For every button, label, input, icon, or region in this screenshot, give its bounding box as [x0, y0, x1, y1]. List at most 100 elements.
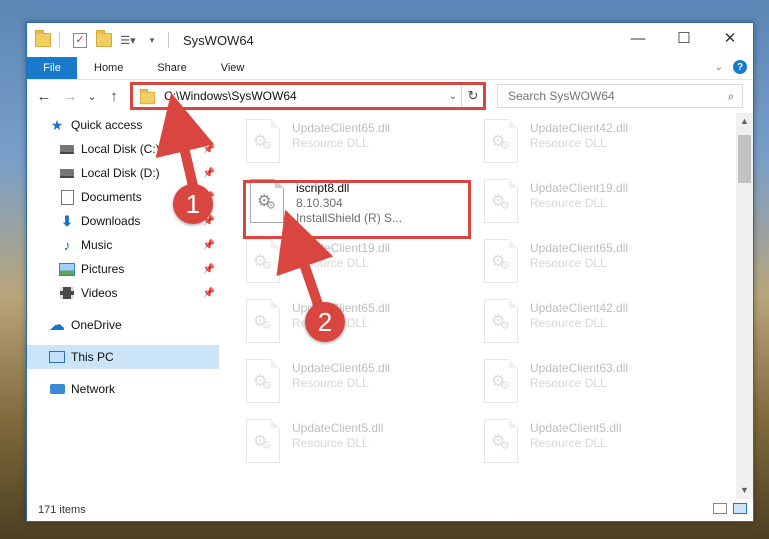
search-icon[interactable]: ⌕ [720, 89, 742, 104]
sidebar-item-local-disk-c[interactable]: Local Disk (C:) 📌 [27, 137, 219, 161]
onedrive-icon: ☁ [49, 317, 65, 334]
dll-file-icon: ⚙ ⚙ [484, 119, 518, 163]
file-tile[interactable]: ⚙ ⚙ UpdateClient19.dll Resource DLL [484, 179, 714, 231]
sidebar-item-label: Downloads [81, 214, 141, 228]
file-tile[interactable]: ⚙⚙ UpdateClient65.dllResource DLL [246, 119, 476, 171]
pin-icon[interactable]: 📌 [203, 240, 215, 251]
sidebar-item-label: Videos [81, 286, 118, 300]
tab-share[interactable]: Share [140, 57, 203, 79]
videos-icon [59, 286, 75, 300]
divider [168, 32, 169, 48]
recent-locations-button[interactable]: ⌄ [81, 90, 103, 103]
large-icons-view-icon[interactable] [733, 503, 747, 514]
expand-ribbon-icon[interactable]: ⌄ [715, 62, 723, 73]
file-tile[interactable]: ⚙ ⚙ UpdateClient63.dll Resource DLL [484, 359, 714, 411]
file-tile[interactable]: ⚙⚙ UpdateClient65.dllResource DLL [246, 359, 476, 411]
maximize-button[interactable]: ☐ [661, 23, 707, 53]
dll-file-icon: ⚙ ⚙ [250, 179, 284, 223]
sidebar-item-quick-access[interactable]: ★ Quick access [27, 113, 219, 137]
sidebar-item-label: Local Disk (D:) [81, 166, 160, 180]
file-name: UpdateClient5.dll [530, 421, 622, 435]
explorer-window: ✓ ☰▾ ▾ SysWOW64 — ☐ ✕ File Home Share Vi… [26, 22, 754, 522]
pictures-icon [59, 262, 75, 276]
dll-file-icon: ⚙ ⚙ [484, 239, 518, 283]
vertical-scrollbar[interactable]: ▲ ▼ [736, 113, 753, 499]
ribbon: File Home Share View ⌄ ? [27, 57, 753, 80]
address-bar[interactable]: C:\Windows\SysWOW64 ⌄ ↻ [131, 84, 485, 108]
file-version: 8.10.304 [296, 196, 343, 210]
dll-file-icon: ⚙ ⚙ [246, 299, 280, 343]
dll-file-icon: ⚙ ⚙ [484, 179, 518, 223]
new-folder-icon[interactable] [96, 30, 112, 48]
up-button[interactable]: ↑ [103, 88, 125, 105]
properties-icon[interactable]: ✓ [72, 32, 88, 48]
file-tile[interactable]: ⚙ ⚙ UpdateClient42.dll Resource DLL [484, 119, 714, 171]
refresh-icon[interactable]: ↻ [461, 85, 484, 107]
file-tile[interactable]: ⚙ ⚙ UpdateClient5.dll Resource DLL [484, 419, 714, 471]
pin-icon[interactable]: 📌 [203, 264, 215, 275]
search-input[interactable] [506, 88, 720, 104]
forward-button[interactable]: → [59, 88, 81, 105]
sidebar-item-pictures[interactable]: Pictures 📌 [27, 257, 219, 281]
file-tile[interactable]: ⚙⚙ UpdateClient65.dllResource DLL [246, 299, 476, 351]
address-dropdown-icon[interactable]: ⌄ [445, 91, 461, 102]
dll-file-icon: ⚙ ⚙ [484, 419, 518, 463]
this-pc-icon [49, 350, 65, 364]
file-name: UpdateClient42.dll [530, 121, 629, 135]
sidebar-item-this-pc[interactable]: This PC [27, 345, 219, 369]
sidebar-item-onedrive[interactable]: ☁ OneDrive [27, 313, 219, 337]
file-tile-iscript8[interactable]: ⚙ ⚙ iscript8.dll 8.10.304 InstallShield (R)… [250, 179, 480, 231]
title-bar: ✓ ☰▾ ▾ SysWOW64 — ☐ ✕ [27, 23, 753, 57]
file-tile[interactable]: ⚙ ⚙ UpdateClient42.dll Resource DLL [484, 299, 714, 351]
file-name: UpdateClient63.dll [530, 361, 629, 375]
sidebar-item-music[interactable]: ♪ Music 📌 [27, 233, 219, 257]
pin-icon[interactable]: 📌 [203, 168, 215, 179]
sidebar-item-network[interactable]: Network [27, 377, 219, 401]
pin-icon[interactable]: 📌 [203, 144, 215, 155]
details-view-icon[interactable] [713, 503, 727, 514]
file-tile[interactable]: ⚙ ⚙ UpdateClient19.dll Resource DLL [246, 239, 476, 291]
sidebar-item-label: Network [71, 382, 116, 396]
file-type: Resource DLL [292, 256, 369, 270]
status-bar: 171 items [27, 499, 753, 521]
file-name: UpdateClient19.dll [292, 241, 391, 255]
tab-file[interactable]: File [27, 57, 77, 79]
quick-access-toolbar-icon[interactable]: ☰▾ [120, 32, 136, 48]
folder-icon [139, 88, 156, 104]
tab-view[interactable]: View [204, 57, 262, 79]
pin-icon[interactable]: 📌 [203, 288, 215, 299]
file-type: Resource DLL [530, 256, 607, 270]
file-type: Resource DLL [530, 316, 607, 330]
downloads-icon: ⬇ [61, 212, 73, 229]
sidebar-item-label: Local Disk (C:) [81, 142, 160, 156]
file-name: UpdateClient65.dll [292, 361, 391, 375]
network-icon [49, 382, 65, 396]
folder-icon[interactable] [35, 30, 51, 48]
search-box[interactable]: ⌕ [497, 84, 743, 108]
help-icon[interactable]: ? [733, 60, 747, 74]
sidebar-item-local-disk-d[interactable]: Local Disk (D:) 📌 [27, 161, 219, 185]
close-button[interactable]: ✕ [707, 23, 753, 53]
item-count: 171 items [38, 504, 86, 516]
documents-icon [59, 189, 75, 205]
sidebar-item-videos[interactable]: Videos 📌 [27, 281, 219, 305]
file-name: UpdateClient65.dll [530, 241, 629, 255]
scroll-down-icon[interactable]: ▼ [736, 482, 753, 499]
address-path[interactable]: C:\Windows\SysWOW64 [164, 89, 445, 103]
sidebar-item-label: This PC [71, 350, 114, 364]
file-list: ⚙ ⚙ UpdateClient65.dll Resource DLL ⚙ ⚙ isc… [232, 113, 736, 483]
file-type: Resource DLL [530, 136, 607, 150]
file-name: UpdateClient65.dll [292, 121, 391, 135]
disk-icon [59, 142, 75, 156]
file-tile[interactable]: ⚙⚙ UpdateClient65.dllResource DLL [484, 239, 714, 291]
customize-toolbar-icon[interactable]: ▾ [144, 32, 160, 48]
file-type: Resource DLL [530, 196, 607, 210]
scroll-up-icon[interactable]: ▲ [736, 113, 753, 130]
back-button[interactable]: ← [33, 88, 55, 105]
scroll-thumb[interactable] [738, 135, 751, 183]
sidebar-item-label: Documents [81, 190, 142, 204]
file-tile[interactable]: ⚙ ⚙ UpdateClient5.dll Resource DLL [246, 419, 476, 471]
minimize-button[interactable]: — [615, 23, 661, 53]
sidebar-item-label: OneDrive [71, 318, 122, 332]
tab-home[interactable]: Home [77, 57, 140, 79]
